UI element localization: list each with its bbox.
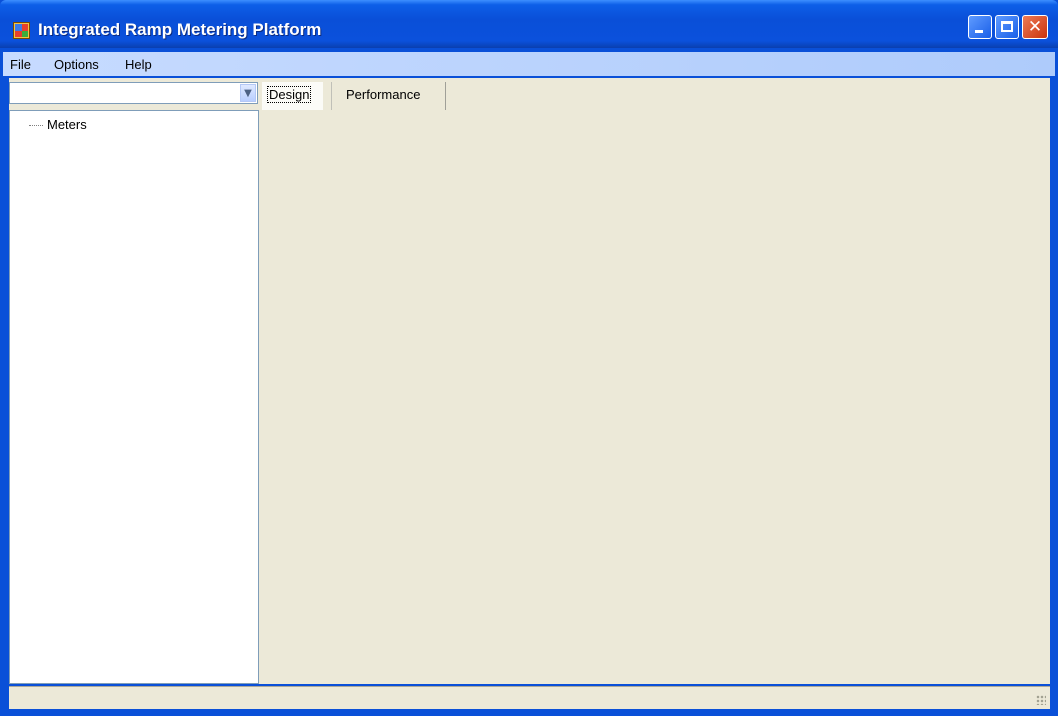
client-area: ▼ Meters Design Performance [9, 78, 1050, 684]
tab-performance[interactable]: Performance [331, 82, 446, 110]
app-window-icon[interactable] [13, 22, 30, 39]
status-bar [9, 686, 1050, 709]
maximize-button[interactable] [995, 15, 1019, 39]
menu-help[interactable]: Help [125, 57, 152, 72]
menu-bar: File Options Help [3, 52, 1055, 76]
title-bar[interactable]: Integrated Ramp Metering Platform ✕ [0, 0, 1058, 48]
close-icon: ✕ [1027, 17, 1043, 37]
menu-options[interactable]: Options [54, 57, 99, 72]
tree-node-meters[interactable]: Meters [47, 117, 87, 132]
maximize-icon [1001, 21, 1013, 32]
minimize-button[interactable] [968, 15, 992, 39]
close-button[interactable]: ✕ [1022, 15, 1048, 39]
chevron-down-icon[interactable]: ▼ [240, 84, 256, 102]
main-window: Integrated Ramp Metering Platform ✕ File… [0, 0, 1058, 716]
meters-tree[interactable]: Meters [9, 110, 259, 684]
tree-connector [29, 125, 43, 126]
menu-file[interactable]: File [10, 57, 31, 72]
window-title: Integrated Ramp Metering Platform [38, 20, 322, 39]
minimize-icon [975, 30, 983, 33]
resize-grip-icon[interactable] [1036, 695, 1046, 705]
tab-performance-label: Performance [346, 87, 421, 102]
tab-design-label: Design [266, 86, 312, 103]
meter-selector-combo[interactable]: ▼ [9, 82, 258, 104]
tab-design[interactable]: Design [262, 82, 323, 110]
